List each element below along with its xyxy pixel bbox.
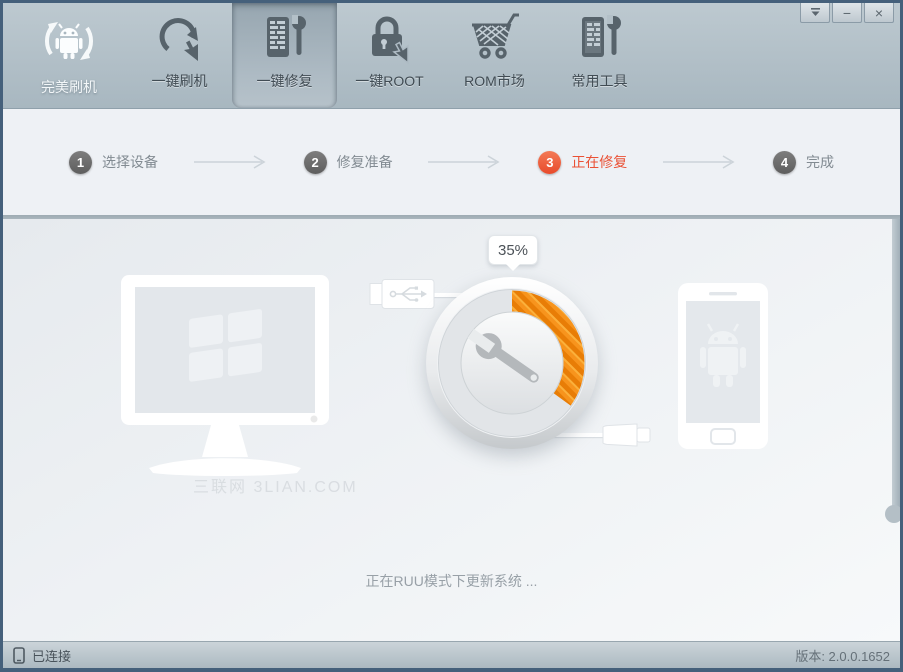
version-label: 版本: 2.0.0.1652 [795,648,890,664]
nav-item-label: 一键刷机 [151,73,208,89]
right-edge-scrollbar[interactable] [892,219,900,515]
phone-wrench-icon [574,3,626,69]
nav-item-label: 一键ROOT [355,73,424,89]
progress-percent-label: 35% [497,241,529,259]
nav-item-repair[interactable]: 一键修复 [232,3,337,108]
progress-tooltip: 35% [488,235,538,271]
padlock-cursor-icon [364,3,416,69]
nav-item-flash[interactable]: 一键刷机 [127,3,232,108]
nav-item-label: 常用工具 [571,73,628,89]
toolbar-nav: 一键刷机 一键修复 一键ROOT ROM市场 常用工具 [127,3,652,109]
step-select-device: 1 选择设备 [69,150,158,174]
menu-button[interactable] [800,3,830,23]
close-button[interactable]: × [864,3,894,23]
step-wizard: 1 选择设备 2 修复准备 3 正在修复 4 完成 [3,109,900,215]
phone-wrench-icon [259,3,311,69]
android-robot-refresh-icon [38,7,100,75]
step-number: 2 [303,150,327,174]
connection-status: 已连接 [13,646,71,665]
phone-home-button [710,428,736,445]
connection-label: 已连接 [32,648,72,664]
step-label: 修复准备 [336,154,393,170]
window-controls: − × [798,3,894,23]
step-number: 3 [538,150,562,174]
monitor-power-dot [310,415,318,423]
shopping-cart-icon [468,3,522,69]
phone-icon [13,646,25,664]
nav-item-tools[interactable]: 常用工具 [547,3,652,108]
app-window: 完美刷机 一键刷机 一键修复 一键ROOT ROM市场 常用工具 − × 1 选… [0,0,903,672]
minimize-button[interactable]: − [832,3,862,23]
window-frame: 完美刷机 一键刷机 一键修复 一键ROOT ROM市场 常用工具 − × 1 选… [3,3,900,668]
arrow-right-icon [193,155,266,169]
step-label: 选择设备 [102,154,158,170]
app-logo: 完美刷机 [19,7,119,107]
site-watermark: 三联网 3LIAN.COM [193,479,358,496]
arrow-right-icon [428,155,501,169]
arrow-right-icon [663,155,735,169]
right-edge-handle[interactable] [885,505,900,523]
main-content: 35% 三联网 3LIAN.COM 正在RUU模式下更新系统 ... [3,219,900,641]
step-repair-prepare: 2 修复准备 [303,150,393,174]
step-number: 4 [772,150,796,174]
refresh-cursor-icon [154,3,206,69]
phone-illustration [678,283,768,449]
step-label: 正在修复 [571,154,628,170]
nav-item-rom[interactable]: ROM市场 [442,3,547,108]
app-logo-label: 完美刷机 [41,79,97,95]
toolbar: 完美刷机 一键刷机 一键修复 一键ROOT ROM市场 常用工具 − × [3,3,900,109]
nav-item-label: 一键修复 [256,73,313,89]
status-message: 正在RUU模式下更新系统 ... [365,573,538,589]
nav-item-root[interactable]: 一键ROOT [337,3,442,108]
micro-usb-plug-icon [602,423,651,447]
step-finish: 4 完成 [772,150,834,174]
step-repairing: 3 正在修复 [538,150,628,174]
nav-item-label: ROM市场 [464,73,525,89]
status-bar: 已连接 版本: 2.0.0.1652 [3,641,900,668]
computer-illustration [121,275,329,476]
step-number: 1 [69,150,92,174]
step-label: 完成 [805,154,834,170]
progress-gauge [424,275,600,451]
